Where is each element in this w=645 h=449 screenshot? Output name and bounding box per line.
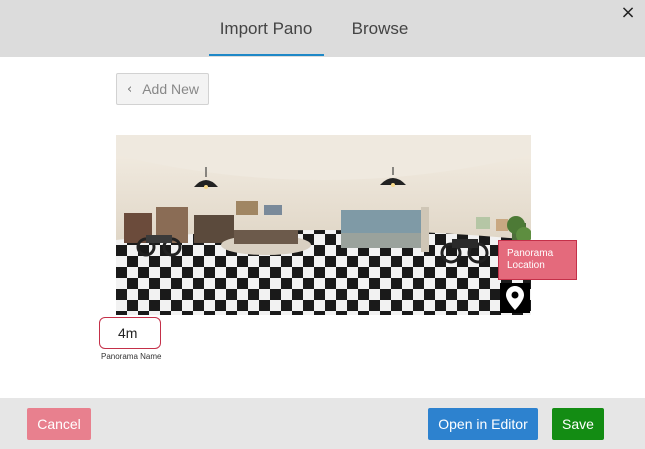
- panorama-location-tag: Panorama Location: [498, 240, 577, 280]
- panorama-name-input[interactable]: [99, 317, 161, 349]
- save-button[interactable]: Save: [552, 408, 604, 440]
- tab-import-pano[interactable]: Import Pano: [209, 0, 323, 57]
- panorama-name-label: Panorama Name: [101, 352, 162, 361]
- add-new-label: Add New: [142, 81, 200, 97]
- add-new-button[interactable]: ‹ Add New: [116, 73, 209, 105]
- open-in-editor-button[interactable]: Open in Editor: [428, 408, 538, 440]
- panorama-image: [116, 135, 531, 315]
- close-icon[interactable]: ×: [619, 4, 637, 22]
- tab-browse[interactable]: Browse: [345, 0, 415, 57]
- active-tab-indicator: [209, 54, 324, 56]
- chevron-left-icon: ‹: [127, 81, 133, 97]
- cancel-button[interactable]: Cancel: [27, 408, 91, 440]
- location-pin-button[interactable]: [500, 283, 530, 313]
- map-pin-icon: [506, 286, 524, 310]
- dialog-footer: [0, 398, 645, 449]
- dialog-header: Import Pano Browse ×: [0, 0, 645, 57]
- panorama-preview: [116, 135, 531, 315]
